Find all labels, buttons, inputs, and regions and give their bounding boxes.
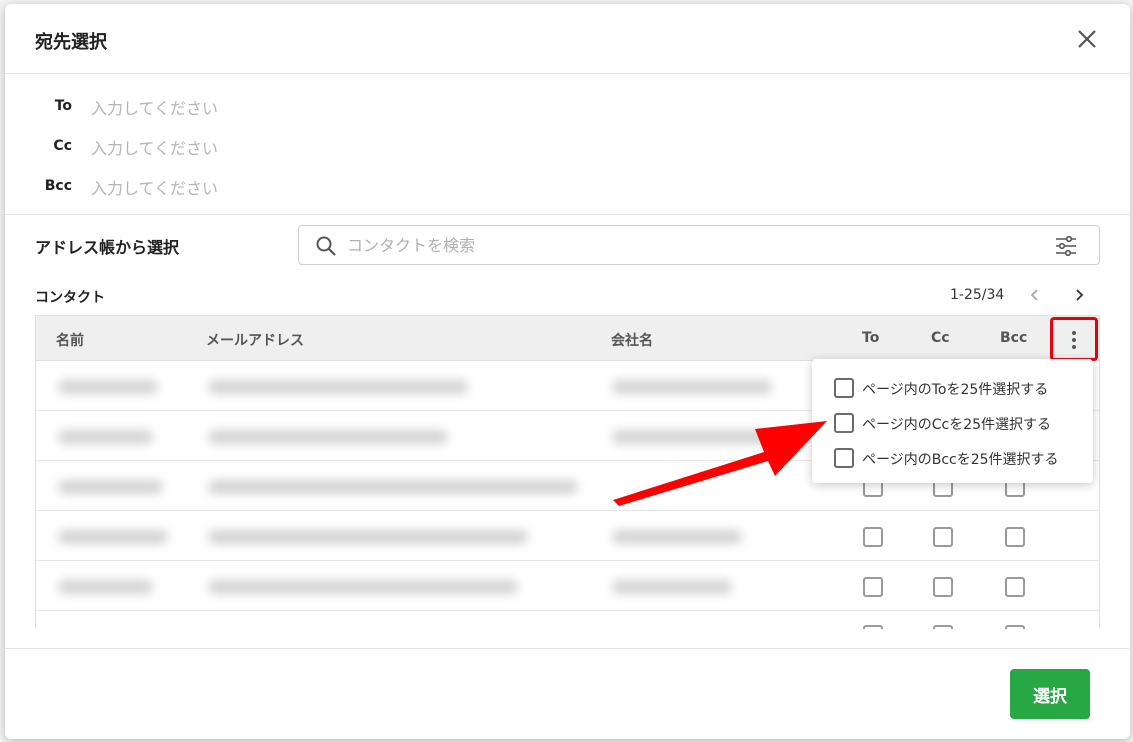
to-row: To	[5, 95, 1130, 121]
dialog-header: 宛先選択	[5, 4, 1130, 74]
bcc-row: Bcc	[5, 175, 1130, 201]
redacted-name	[58, 380, 158, 394]
column-bcc: Bcc	[1000, 330, 1028, 346]
more-vertical-icon	[1072, 338, 1076, 342]
menu-item-select-to[interactable]: ページ内のToを25件選択する	[812, 371, 1093, 405]
chevron-right-icon[interactable]	[1069, 285, 1089, 305]
table-row	[36, 561, 1099, 611]
bcc-checkbox[interactable]	[1005, 577, 1025, 597]
select-button[interactable]: 選択	[1010, 669, 1090, 719]
cc-checkbox[interactable]	[933, 625, 953, 629]
redacted-email	[208, 530, 528, 544]
redacted-name	[58, 530, 168, 544]
bcc-checkbox[interactable]	[1005, 527, 1025, 547]
menu-item-select-bcc[interactable]: ページ内のBccを25件選択する	[812, 441, 1093, 475]
cc-input[interactable]	[91, 135, 691, 161]
contacts-heading: コンタクト	[35, 290, 105, 306]
recipient-select-dialog: 宛先選択 To Cc Bcc アドレス帳から選択	[5, 4, 1130, 739]
bcc-checkbox[interactable]	[1005, 625, 1025, 629]
menu-item-label: ページ内のBccを25件選択する	[862, 452, 1059, 468]
checkbox[interactable]	[834, 448, 854, 468]
table-header: 名前 メールアドレス 会社名 To Cc Bcc	[36, 316, 1099, 361]
column-cc: Cc	[931, 330, 950, 346]
redacted-company	[612, 380, 772, 394]
to-checkbox[interactable]	[863, 527, 883, 547]
close-icon	[1078, 30, 1096, 48]
column-to: To	[862, 330, 880, 346]
close-button[interactable]	[1072, 24, 1102, 54]
cc-checkbox[interactable]	[933, 577, 953, 597]
redacted-email	[208, 580, 518, 594]
to-checkbox[interactable]	[863, 625, 883, 629]
redacted-name	[58, 430, 153, 444]
search-icon	[316, 236, 336, 256]
contact-search-input[interactable]	[347, 232, 1027, 258]
column-email: メールアドレス	[206, 333, 304, 349]
dialog-title: 宛先選択	[35, 32, 107, 53]
to-checkbox[interactable]	[863, 577, 883, 597]
table-row	[36, 611, 1099, 629]
menu-item-label: ページ内のCcを25件選択する	[862, 417, 1052, 433]
cc-row: Cc	[5, 135, 1130, 161]
more-vertical-icon	[1072, 345, 1076, 349]
chevron-left-icon[interactable]	[1025, 285, 1045, 305]
menu-item-select-cc[interactable]: ページ内のCcを25件選択する	[812, 406, 1093, 440]
redacted-company	[612, 580, 732, 594]
contact-search-box	[298, 225, 1100, 265]
to-label: To	[54, 98, 72, 114]
cc-checkbox[interactable]	[933, 527, 953, 547]
bulk-select-menu: ページ内のToを25件選択する ページ内のCcを25件選択する ページ内のBcc…	[812, 359, 1093, 483]
redacted-email	[208, 480, 578, 494]
column-company: 会社名	[611, 333, 653, 349]
column-name: 名前	[56, 333, 84, 349]
dialog-footer: 選択	[5, 648, 1130, 739]
more-options-button[interactable]	[1050, 317, 1098, 361]
to-input[interactable]	[91, 95, 691, 121]
redacted-email	[208, 380, 468, 394]
checkbox[interactable]	[834, 378, 854, 398]
more-vertical-icon	[1072, 331, 1076, 335]
redacted-email	[208, 430, 448, 444]
address-book-title: アドレス帳から選択	[35, 238, 180, 257]
annotation-arrow-icon	[613, 421, 827, 506]
bcc-label: Bcc	[44, 178, 72, 194]
bcc-input[interactable]	[91, 175, 691, 201]
table-row	[36, 511, 1099, 561]
redacted-name	[58, 580, 153, 594]
pagination-text: 1-25/34	[950, 287, 1005, 303]
redacted-name	[58, 480, 163, 494]
filter-settings-icon[interactable]	[1055, 235, 1077, 257]
menu-item-label: ページ内のToを25件選択する	[862, 382, 1049, 398]
recipient-fields: To Cc Bcc	[5, 75, 1130, 215]
redacted-company	[612, 530, 742, 544]
checkbox[interactable]	[834, 413, 854, 433]
cc-label: Cc	[53, 138, 72, 154]
